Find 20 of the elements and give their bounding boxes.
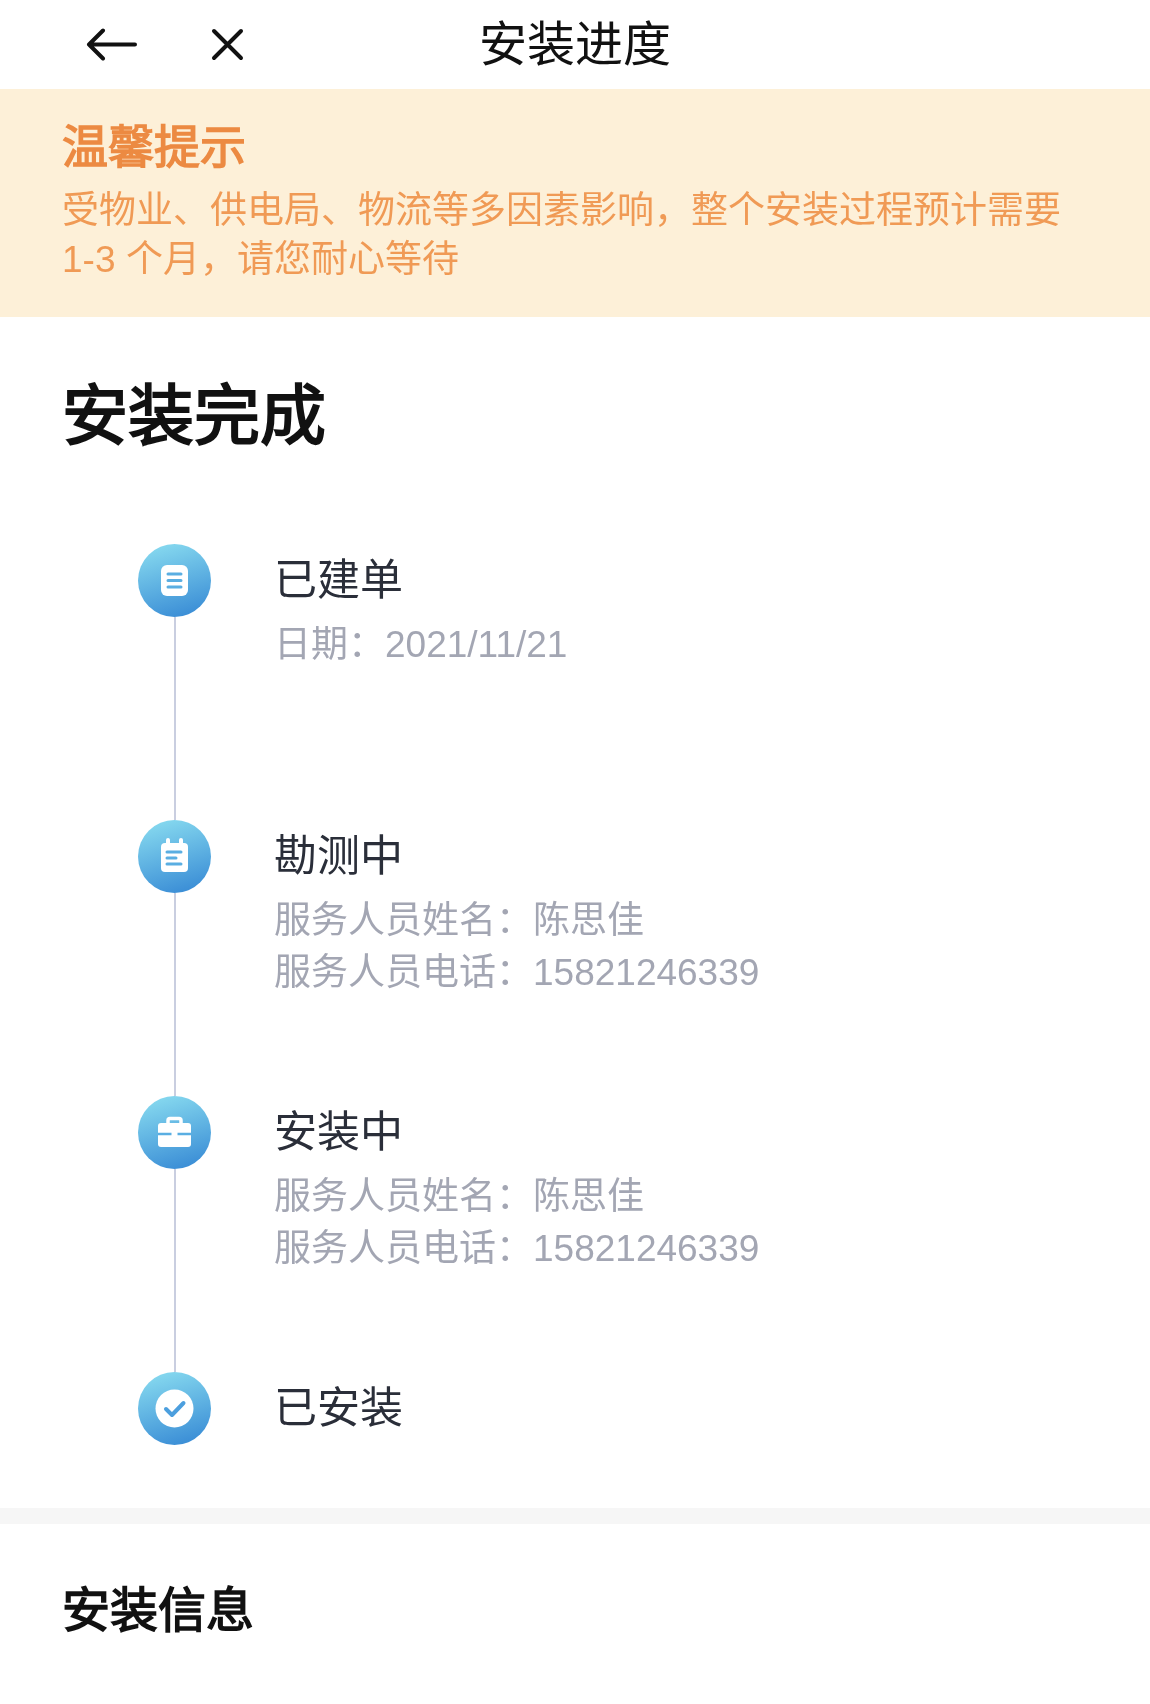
step-title: 已建单: [274, 555, 403, 606]
step-title: 已安装: [274, 1383, 403, 1434]
briefcase-icon: [138, 1096, 211, 1169]
back-icon[interactable]: [86, 28, 137, 61]
notice-title: 温馨提示: [62, 120, 246, 175]
document-icon: [138, 544, 211, 617]
step-title: 勘测中: [274, 831, 403, 882]
step-detail: 服务人员电话：15821246339: [274, 1227, 760, 1271]
section-title: 安装信息: [62, 1583, 254, 1639]
calendar-icon: [138, 820, 211, 893]
close-icon[interactable]: [211, 28, 244, 61]
step-detail: 服务人员姓名：陈思佳: [274, 899, 644, 943]
notice-text: 受物业、供电局、物流等多因素影响，整个安装过程预计需要1-3 个月，请您耐心等待: [62, 189, 1062, 282]
status-heading: 安装完成: [62, 378, 326, 455]
step-detail: 日期：2021/11/21: [274, 623, 568, 667]
step-detail: 服务人员姓名：陈思佳: [274, 1175, 644, 1219]
check-icon: [138, 1372, 211, 1445]
page-title: 安装进度: [479, 16, 671, 73]
step-title: 安装中: [274, 1107, 403, 1158]
step-detail: 服务人员电话：15821246339: [274, 951, 760, 995]
